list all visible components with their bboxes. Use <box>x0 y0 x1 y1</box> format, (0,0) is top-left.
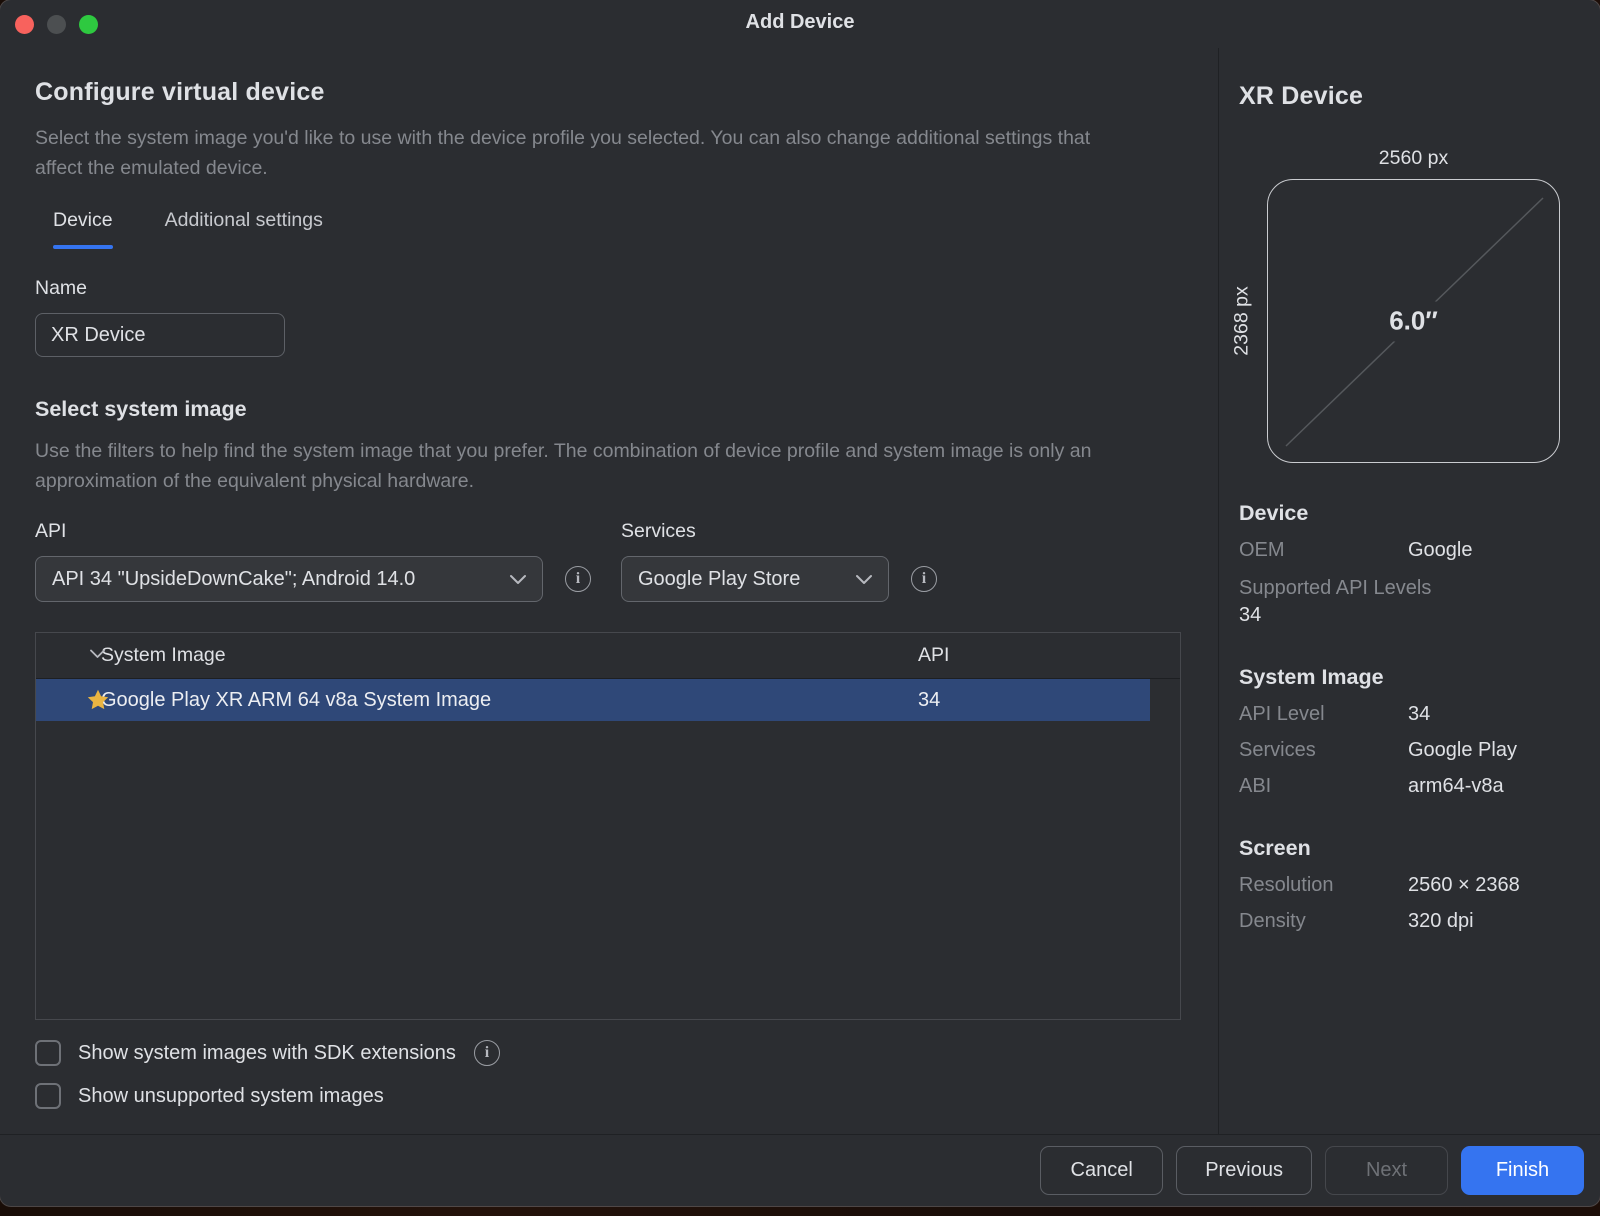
services-info-icon[interactable] <box>911 566 937 592</box>
footer: Cancel Previous Next Finish <box>0 1134 1600 1206</box>
finish-button[interactable]: Finish <box>1461 1146 1584 1195</box>
active-tab-underline <box>53 245 113 249</box>
section-screen-heading: Screen <box>1239 836 1560 861</box>
api-dropdown[interactable]: API 34 "UpsideDownCake"; Android 14.0 <box>35 556 543 602</box>
cancel-button[interactable]: Cancel <box>1040 1146 1163 1195</box>
services-label: Services <box>621 520 937 543</box>
page-description: Select the system image you'd like to us… <box>35 123 1115 183</box>
titlebar[interactable]: Add Device <box>0 0 1600 48</box>
previous-button[interactable]: Previous <box>1176 1146 1312 1195</box>
tab-device[interactable]: Device <box>35 209 131 249</box>
checkbox-unsupported-images[interactable]: Show unsupported system images <box>35 1083 1180 1109</box>
checkbox-box[interactable] <box>35 1040 61 1066</box>
screen-diagonal-label: 6.0″ <box>1268 306 1559 337</box>
next-button[interactable]: Next <box>1325 1146 1448 1195</box>
tab-additional-settings[interactable]: Additional settings <box>147 209 341 249</box>
api-filter: API API 34 "UpsideDownCake"; Android 14.… <box>35 520 591 602</box>
services-dropdown[interactable]: Google Play Store <box>621 556 889 602</box>
detail-row-density: Density 320 dpi <box>1239 910 1560 933</box>
name-label: Name <box>35 277 1180 300</box>
panel-title: XR Device <box>1239 82 1560 111</box>
tab-additional-settings-label: Additional settings <box>165 209 323 231</box>
add-device-dialog: Add Device Configure virtual device Sele… <box>0 0 1600 1206</box>
chevron-down-icon <box>510 574 526 584</box>
name-input[interactable]: XR Device <box>35 313 285 357</box>
detail-row-oem: OEM Google <box>1239 539 1560 562</box>
tab-device-label: Device <box>53 209 113 231</box>
system-image-api: 34 <box>918 689 940 712</box>
table-header: System Image API <box>36 633 1180 679</box>
detail-row-services: Services Google Play <box>1239 739 1560 762</box>
section-device-heading: Device <box>1239 501 1560 526</box>
screen-height-label: 2368 px <box>1231 261 1254 381</box>
detail-row-resolution: Resolution 2560 × 2368 <box>1239 874 1560 897</box>
detail-row-api-level: API Level 34 <box>1239 703 1560 726</box>
api-label: API <box>35 520 591 543</box>
api-info-icon[interactable] <box>565 566 591 592</box>
device-summary-panel: XR Device 2560 px 6.0″ 2368 px Device OE… <box>1219 48 1600 1134</box>
select-system-image-description: Use the filters to help find the system … <box>35 436 1115 496</box>
section-system-image-heading: System Image <box>1239 665 1560 690</box>
services-dropdown-value: Google Play Store <box>638 568 800 591</box>
column-header-api[interactable]: API <box>918 644 949 667</box>
page-title: Configure virtual device <box>35 78 1180 107</box>
chevron-down-icon <box>856 574 872 584</box>
checkbox-box[interactable] <box>35 1083 61 1109</box>
device-preview: 2560 px 6.0″ 2368 px <box>1267 147 1560 463</box>
checkbox-unsupported-images-label: Show unsupported system images <box>78 1085 384 1108</box>
tab-bar: Device Additional settings <box>35 209 1180 249</box>
checkbox-sdk-extensions[interactable]: Show system images with SDK extensions <box>35 1040 1180 1066</box>
table-row-selected[interactable]: Google Play XR ARM 64 v8a System Image 3… <box>36 679 1150 721</box>
collapse-chevron-icon[interactable] <box>90 649 105 658</box>
main-panel: Configure virtual device Select the syst… <box>0 48 1219 1134</box>
detail-row-abi: ABI arm64-v8a <box>1239 775 1560 798</box>
sdk-extensions-info-icon[interactable] <box>474 1040 500 1066</box>
table-options: Show system images with SDK extensions S… <box>35 1040 1180 1109</box>
select-system-image-title: Select system image <box>35 397 1180 422</box>
system-image-table: System Image API Google Play XR ARM 64 v… <box>35 632 1181 1020</box>
name-input-value: XR Device <box>51 324 145 347</box>
screen-outline: 6.0″ 2368 px <box>1267 179 1560 463</box>
star-icon[interactable] <box>86 688 110 712</box>
detail-value-supported-api: 34 <box>1239 604 1560 627</box>
detail-label-supported-api: Supported API Levels <box>1239 577 1560 600</box>
column-header-system-image[interactable]: System Image <box>101 644 226 667</box>
filter-row: API API 34 "UpsideDownCake"; Android 14.… <box>35 520 1180 602</box>
api-dropdown-value: API 34 "UpsideDownCake"; Android 14.0 <box>52 568 415 591</box>
system-image-name: Google Play XR ARM 64 v8a System Image <box>101 689 491 712</box>
services-filter: Services Google Play Store <box>621 520 937 602</box>
window-title: Add Device <box>0 11 1600 34</box>
checkbox-sdk-extensions-label: Show system images with SDK extensions <box>78 1042 456 1065</box>
screen-width-label: 2560 px <box>1267 147 1560 170</box>
